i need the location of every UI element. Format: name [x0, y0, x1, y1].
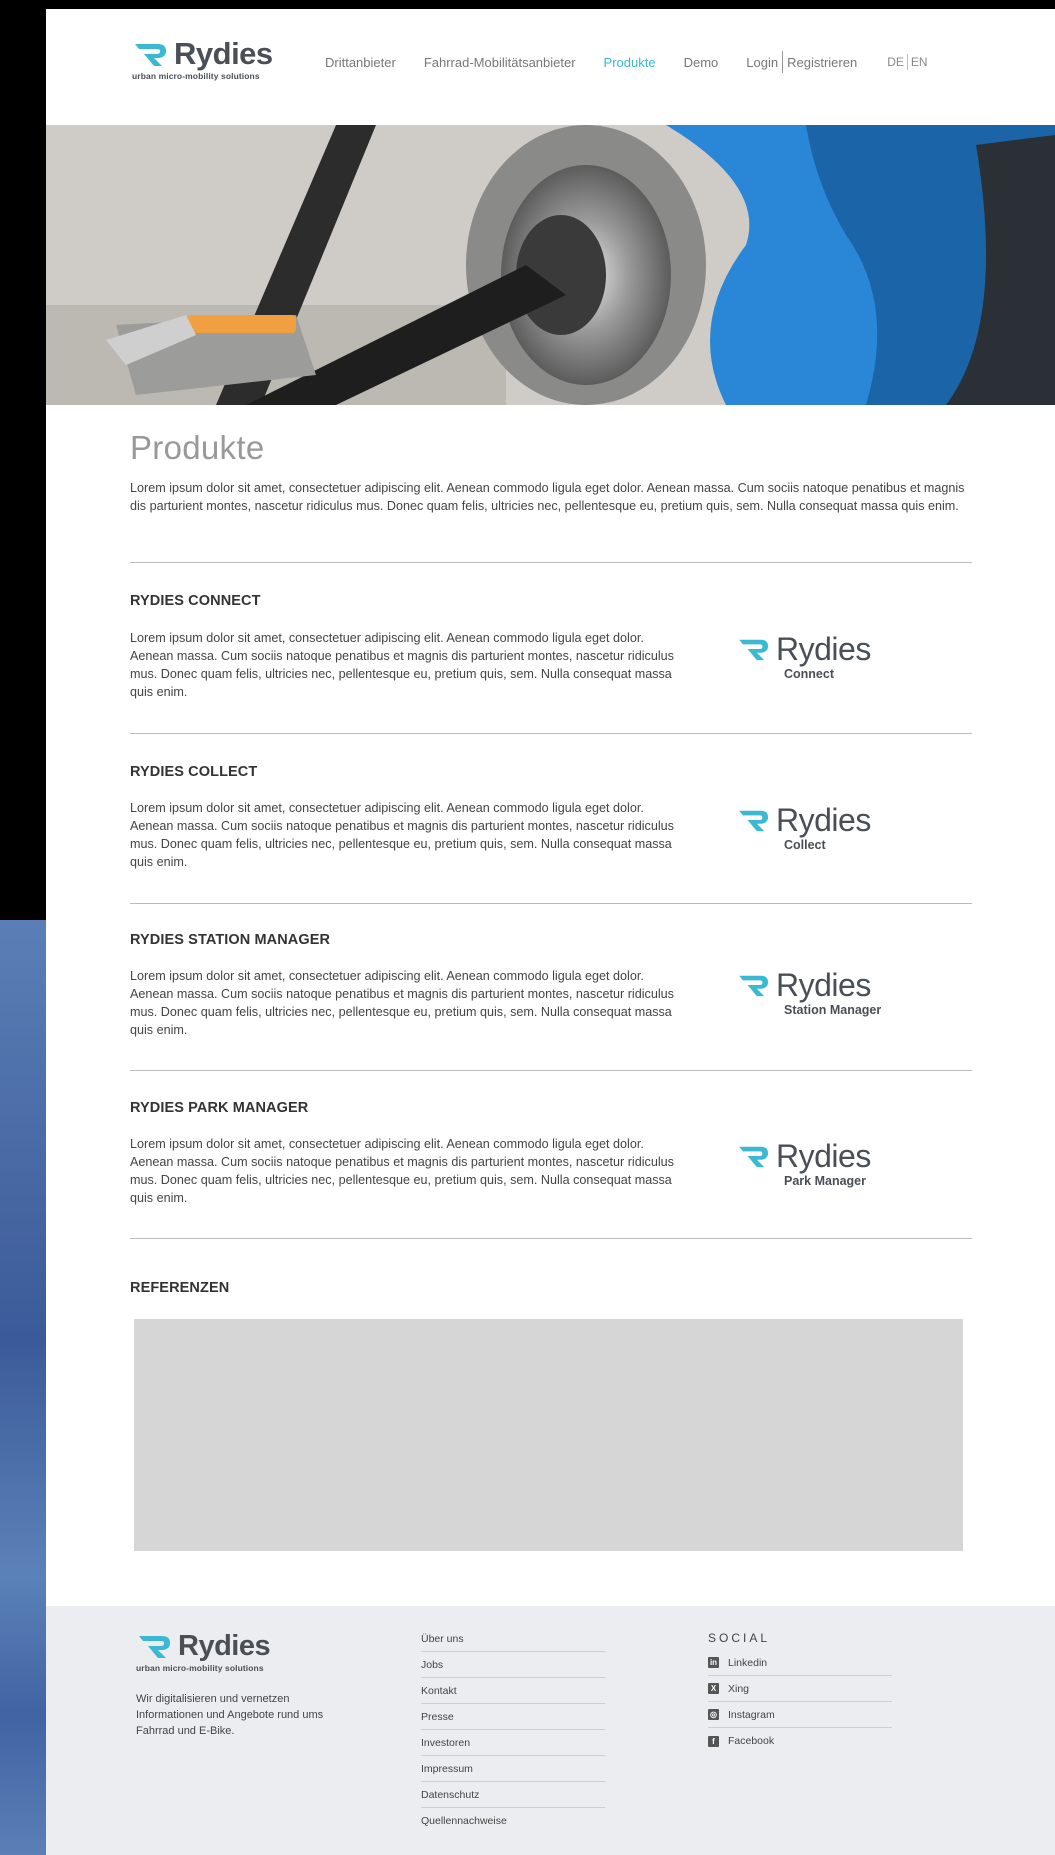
instagram-icon: ◎: [708, 1709, 719, 1720]
footer-link-impressum[interactable]: Impressum: [421, 1756, 605, 1782]
product-logo-subtitle: Connect: [784, 667, 834, 681]
social-label: Xing: [728, 1682, 750, 1695]
nav-item-drittanbieter[interactable]: Drittanbieter: [325, 55, 396, 70]
footer-social: SOCIAL in Linkedin X Xing ◎ Instagram f …: [708, 1626, 892, 1754]
rydies-logo-icon: [135, 44, 166, 66]
footer-link-ueber-uns[interactable]: Über uns: [421, 1626, 605, 1652]
register-link[interactable]: Registrieren: [787, 55, 857, 70]
lang-en-link[interactable]: EN: [911, 55, 928, 69]
logo-tagline: urban micro-mobility solutions: [132, 71, 260, 81]
desktop-background-strip: [0, 920, 46, 1855]
site-header: Rydies urban micro-mobility solutions Dr…: [46, 9, 1055, 125]
product-title-station-manager: RYDIES STATION MANAGER: [130, 932, 331, 948]
site-logo[interactable]: Rydies urban micro-mobility solutions: [132, 36, 282, 81]
logo-tagline: urban micro-mobility solutions: [136, 1663, 264, 1673]
product-text-collect: Lorem ipsum dolor sit amet, consectetuer…: [130, 801, 674, 869]
divider: [130, 733, 972, 734]
page-intro-text: Lorem ipsum dolor sit amet, consectetuer…: [130, 481, 965, 513]
nav-divider: [782, 51, 784, 73]
product-text-station-manager: Lorem ipsum dolor sit amet, consectetuer…: [130, 969, 674, 1037]
main-navigation: Drittanbieter Fahrrad-Mobilitätsanbieter…: [325, 51, 928, 73]
rydies-logo-icon: [139, 1636, 170, 1658]
product-logo-collect: Rydies Collect: [736, 804, 936, 852]
web-page: Rydies urban micro-mobility solutions Dr…: [46, 9, 1055, 1855]
footer-link-kontakt[interactable]: Kontakt: [421, 1678, 605, 1704]
window-top-edge: [0, 0, 1055, 9]
product-logo-wordmark: Rydies: [776, 802, 871, 838]
footer-link-quellennachweise[interactable]: Quellennachweise: [421, 1808, 605, 1834]
social-label: Linkedin: [728, 1656, 768, 1669]
facebook-icon: f: [708, 1735, 719, 1747]
lang-de-link[interactable]: DE: [887, 55, 904, 69]
product-title-connect: RYDIES CONNECT: [130, 593, 261, 609]
product-logo-subtitle: Station Manager: [784, 1003, 882, 1017]
site-footer: Rydies urban micro-mobility solutions Wi…: [46, 1606, 1055, 1855]
linkedin-icon: in: [708, 1657, 719, 1668]
page-title: Produkte: [130, 429, 265, 466]
logo-wordmark: Rydies: [178, 1630, 271, 1662]
nav-item-produkte[interactable]: Produkte: [604, 55, 656, 70]
social-heading: SOCIAL: [708, 1631, 771, 1645]
footer-description: Wir digitalisieren und vernetzen Informa…: [136, 1693, 324, 1737]
social-label: Facebook: [728, 1735, 775, 1747]
footer-link-datenschutz[interactable]: Datenschutz: [421, 1782, 605, 1808]
product-title-park-manager: RYDIES PARK MANAGER: [130, 1100, 309, 1116]
lang-divider: [906, 54, 908, 70]
footer-link-jobs[interactable]: Jobs: [421, 1652, 605, 1678]
divider: [130, 562, 972, 563]
nav-item-fahrrad-mobilitaetsanbieter[interactable]: Fahrrad-Mobilitätsanbieter: [424, 55, 576, 70]
social-link-xing[interactable]: X Xing: [708, 1676, 892, 1702]
product-logo-wordmark: Rydies: [776, 967, 871, 1003]
language-switcher: DE EN: [887, 54, 928, 70]
rydies-logo-icon: [739, 975, 768, 997]
product-text-park-manager: Lorem ipsum dolor sit amet, consectetuer…: [130, 1137, 674, 1205]
nav-item-demo[interactable]: Demo: [684, 55, 719, 70]
social-link-facebook[interactable]: f Facebook: [708, 1728, 892, 1754]
rydies-logo-icon: [739, 810, 768, 832]
logo-wordmark: Rydies: [174, 36, 273, 71]
footer-link-investoren[interactable]: Investoren: [421, 1730, 605, 1756]
social-link-linkedin[interactable]: in Linkedin: [708, 1650, 892, 1676]
hero-image: [46, 125, 1055, 405]
login-link[interactable]: Login: [746, 55, 778, 70]
product-logo-subtitle: Park Manager: [784, 1174, 866, 1188]
footer-logo[interactable]: Rydies urban micro-mobility solutions: [136, 1631, 296, 1673]
product-logo-park-manager: Rydies Park Manager: [736, 1140, 936, 1188]
divider: [130, 1070, 972, 1071]
social-link-instagram[interactable]: ◎ Instagram: [708, 1702, 892, 1728]
social-label: Instagram: [728, 1708, 775, 1721]
footer-links: Über uns Jobs Kontakt Presse Investoren …: [421, 1626, 605, 1834]
xing-icon: X: [708, 1683, 719, 1694]
references-title: REFERENZEN: [130, 1280, 230, 1296]
divider: [130, 903, 972, 904]
product-logo-connect: Rydies Connect: [736, 633, 936, 681]
footer-link-presse[interactable]: Presse: [421, 1704, 605, 1730]
product-logo-wordmark: Rydies: [776, 1138, 871, 1174]
product-text-connect: Lorem ipsum dolor sit amet, consectetuer…: [130, 631, 674, 699]
rydies-logo-icon: [739, 639, 768, 661]
product-logo-wordmark: Rydies: [776, 631, 871, 667]
product-logo-subtitle: Collect: [784, 838, 826, 852]
rydies-logo-icon: [739, 1146, 768, 1168]
product-logo-station-manager: Rydies Station Manager: [736, 969, 936, 1017]
bike-pedal-photo-icon: [46, 125, 1055, 405]
product-title-collect: RYDIES COLLECT: [130, 764, 258, 780]
references-placeholder: [134, 1319, 963, 1551]
divider: [130, 1238, 972, 1239]
